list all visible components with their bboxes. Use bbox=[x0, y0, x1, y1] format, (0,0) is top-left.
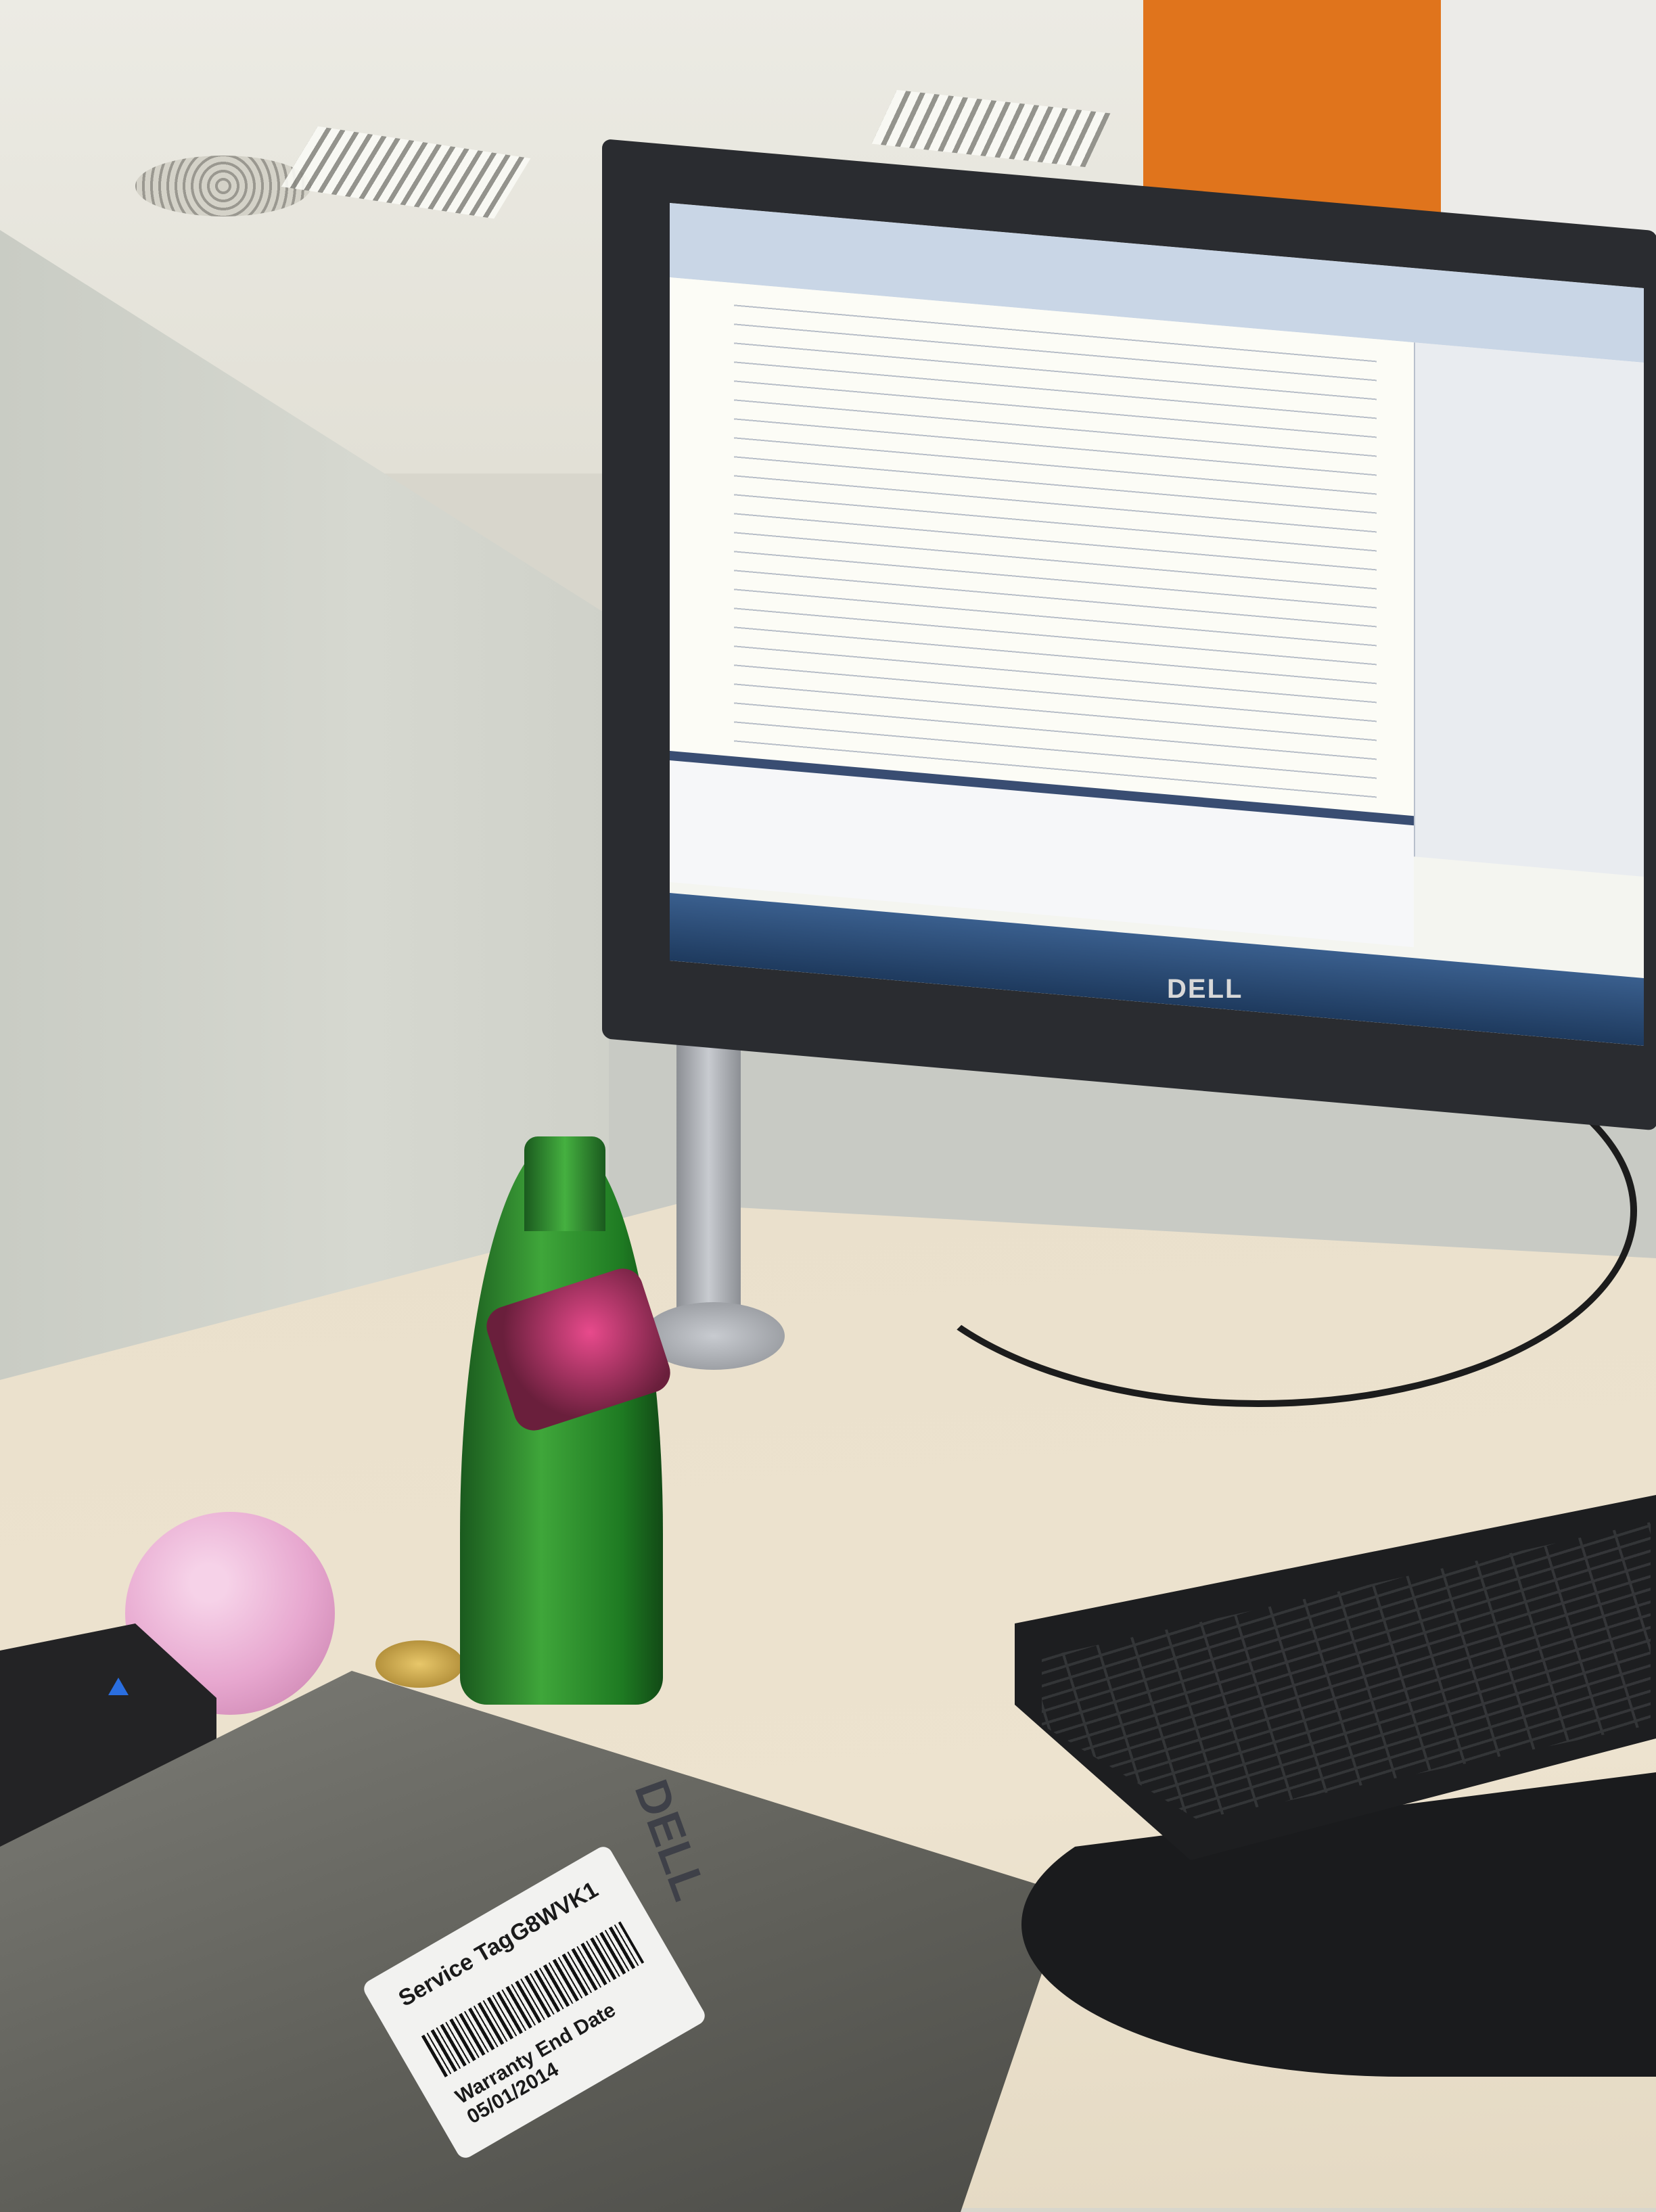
monitor-screen bbox=[670, 203, 1644, 1046]
bottle-cap bbox=[375, 1640, 463, 1688]
bottle-neck bbox=[524, 1136, 605, 1231]
code-editor bbox=[670, 277, 1414, 816]
monitor-brand-logo: DELL bbox=[1167, 974, 1243, 1004]
code-lines bbox=[734, 296, 1377, 800]
solution-explorer bbox=[1414, 342, 1644, 877]
monitor-stand bbox=[676, 1035, 741, 1319]
